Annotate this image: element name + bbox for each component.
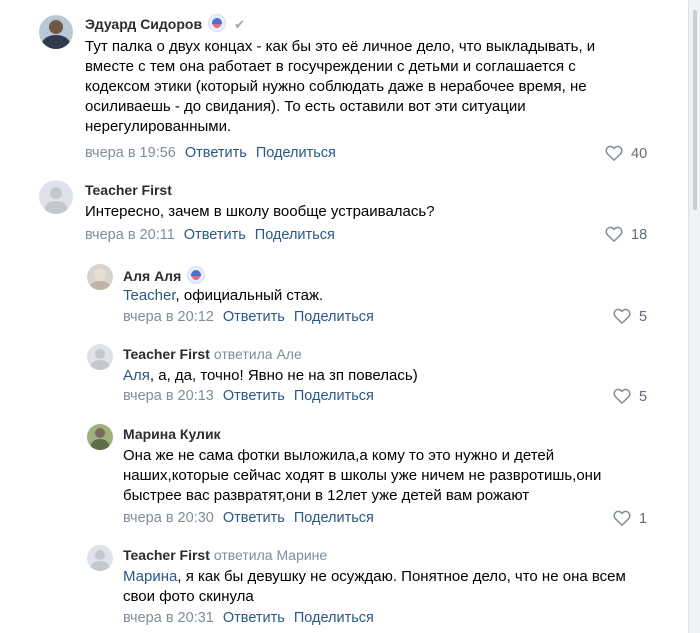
comment-time[interactable]: вчера в 20:30: [123, 510, 214, 526]
avatar[interactable]: [87, 264, 113, 290]
avatar[interactable]: [87, 344, 113, 370]
comment-time[interactable]: вчера в 19:56: [85, 145, 176, 161]
comment-author-line: Марина Кулик: [123, 426, 221, 442]
like-button[interactable]: 40: [605, 145, 647, 162]
share-button[interactable]: Поделиться: [255, 227, 335, 243]
like-count: 40: [631, 146, 648, 162]
share-button[interactable]: Поделиться: [294, 610, 374, 626]
heart-icon: [613, 308, 631, 324]
comment-time[interactable]: вчера в 20:12: [123, 309, 214, 325]
reply-button[interactable]: Ответить: [223, 388, 285, 404]
page-scrollbar[interactable]: [688, 0, 700, 633]
reply-button[interactable]: Ответить: [223, 510, 285, 526]
comment-meta: вчера в 20:13 Ответить Поделиться: [123, 388, 383, 404]
comment-meta: вчера в 20:30 Ответить Поделиться: [123, 510, 383, 526]
heart-icon: [605, 226, 623, 242]
reply-button[interactable]: Ответить: [223, 610, 285, 626]
mention-link[interactable]: Аля: [123, 367, 150, 384]
reply-button[interactable]: Ответить: [185, 145, 247, 161]
comment-meta: вчера в 19:56 Ответить Поделиться: [85, 145, 345, 161]
author-name[interactable]: Teacher First: [123, 547, 210, 563]
comment-meta: вчера в 20:12 Ответить Поделиться: [123, 309, 383, 325]
like-count: 18: [631, 227, 648, 243]
reply-to-label[interactable]: ответила Марине: [214, 547, 327, 563]
comment-text: Она же не сама фотки выложила,а кому то …: [123, 447, 602, 504]
like-count: 5: [639, 389, 648, 405]
mention-link[interactable]: Марина: [123, 568, 177, 585]
author-name[interactable]: Марина Кулик: [123, 426, 221, 442]
like-button[interactable]: 5: [613, 308, 647, 325]
comment-text: Интересно, зачем в школу вообще устраива…: [85, 203, 435, 220]
share-button[interactable]: Поделиться: [294, 510, 374, 526]
comment-text: Тут палка о двух концах - как бы это её …: [85, 38, 596, 135]
comment-time[interactable]: вчера в 20:11: [85, 227, 175, 243]
share-button[interactable]: Поделиться: [294, 309, 374, 325]
like-count: 5: [639, 309, 648, 325]
comment-time[interactable]: вчера в 20:13: [123, 388, 214, 404]
comment-author-line: Teacher First ответила Марине: [123, 547, 327, 563]
avatar[interactable]: [39, 15, 73, 49]
like-button[interactable]: 18: [605, 226, 647, 243]
author-name[interactable]: Teacher First: [85, 182, 172, 198]
comment-text: Teacher, официальный стаж.: [123, 286, 643, 306]
comment-author-line: Teacher First: [85, 182, 172, 198]
like-button[interactable]: 1: [613, 510, 647, 527]
comment-time[interactable]: вчера в 20:31: [123, 610, 214, 626]
mention-link[interactable]: Teacher: [123, 287, 176, 304]
reply-button[interactable]: Ответить: [223, 309, 285, 325]
comment-body: , а, да, точно! Явно не на зп повелась): [149, 367, 418, 384]
avatar[interactable]: [87, 545, 113, 571]
comment-meta: вчера в 20:11 Ответить Поделиться: [85, 227, 344, 243]
heart-icon: [605, 145, 623, 161]
author-name[interactable]: Эдуард Сидоров: [85, 16, 202, 32]
heart-icon: [613, 510, 631, 526]
share-button[interactable]: Поделиться: [256, 145, 336, 161]
comment-meta: вчера в 20:31 Ответить Поделиться: [123, 610, 383, 626]
comment-text: Марина, я как бы девушку не осуждаю. Пон…: [123, 567, 653, 607]
author-name[interactable]: Teacher First: [123, 346, 210, 362]
comment-text: Аля, а, да, точно! Явно не на зп повелас…: [123, 366, 643, 386]
comment-body: , официальный стаж.: [175, 287, 324, 304]
vk-badge-icon: [187, 266, 206, 284]
checkmark-icon: ✔: [234, 17, 245, 32]
scrollbar-thumb[interactable]: [693, 10, 697, 210]
like-button[interactable]: 5: [613, 388, 647, 405]
author-name[interactable]: Аля Аля: [123, 268, 181, 284]
avatar[interactable]: [39, 180, 73, 214]
avatar[interactable]: [87, 424, 113, 450]
share-button[interactable]: Поделиться: [294, 388, 374, 404]
comment-author-line: Эдуард Сидоров ✔: [85, 14, 245, 33]
heart-icon: [613, 388, 631, 404]
like-count: 1: [639, 511, 648, 527]
vk-badge-icon: [208, 14, 227, 32]
comment-author-line: Teacher First ответила Але: [123, 346, 302, 362]
reply-button[interactable]: Ответить: [184, 227, 246, 243]
comment-author-line: Аля Аля: [123, 266, 206, 284]
comment-body: , я как бы девушку не осуждаю. Понятное …: [123, 568, 626, 605]
reply-to-label[interactable]: ответила Але: [214, 346, 302, 362]
